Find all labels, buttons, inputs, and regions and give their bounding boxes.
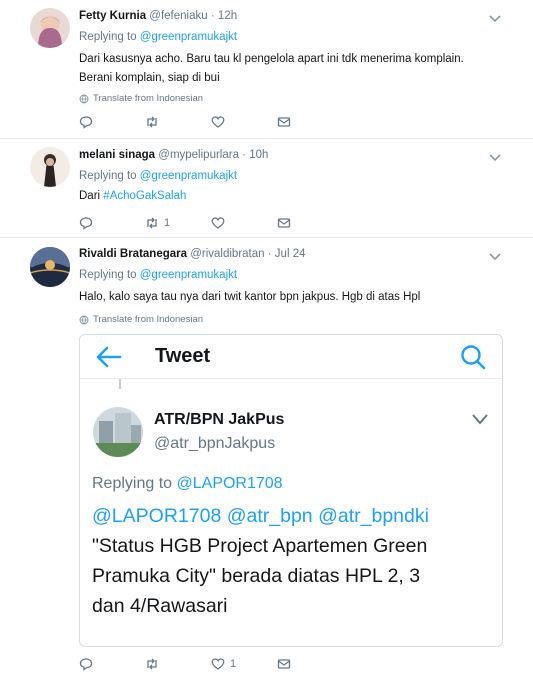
- separator: ·: [242, 149, 247, 161]
- chevron-down-icon: [472, 414, 488, 425]
- thread-line: [119, 379, 121, 389]
- replying-prefix: Replying to: [79, 269, 137, 281]
- embed-mention: @atr_bpndki: [318, 505, 429, 527]
- author-name[interactable]: Fetty Kurnia: [79, 10, 146, 22]
- replying-to: Replying to @greenpramukajkt: [79, 269, 237, 281]
- dm-icon: [277, 659, 291, 669]
- avatar[interactable]: [30, 8, 70, 48]
- author-name[interactable]: melani sinaga: [79, 149, 155, 161]
- retweet-icon: [147, 658, 157, 670]
- author-handle[interactable]: @mypelipurlara: [158, 149, 239, 161]
- translate-label[interactable]: Translate from Indonesian: [93, 93, 203, 104]
- reply-button[interactable]: [79, 216, 145, 230]
- author-handle[interactable]: @rivaldibratan: [190, 248, 264, 260]
- like-icon: [211, 217, 225, 229]
- embed-replying-prefix: Replying to: [92, 475, 173, 492]
- tweet-item-1[interactable]: Fetty Kurnia @fefeniaku · 12h Replying t…: [0, 0, 533, 139]
- reply-button[interactable]: [79, 657, 145, 671]
- avatar[interactable]: [30, 147, 70, 187]
- reply-icon: [79, 116, 93, 129]
- replying-prefix: Replying to: [79, 31, 137, 43]
- tweet-item-2[interactable]: melani sinaga @mypelipurlara · 10h Reply…: [0, 139, 533, 238]
- replying-prefix: Replying to: [79, 170, 137, 182]
- embed-avatar: [93, 407, 143, 457]
- like-button[interactable]: [211, 115, 277, 129]
- reply-icon: [79, 658, 93, 671]
- dm-button[interactable]: [277, 657, 343, 671]
- chevron-down-icon[interactable]: [489, 250, 501, 262]
- embed-text-line: "Status HGB Project Apartemen Green: [92, 535, 428, 557]
- tweet-actions: [79, 115, 343, 129]
- embed-replying-to: Replying to @LAPOR1708: [92, 475, 283, 493]
- embed-header-title: Tweet: [155, 345, 211, 367]
- like-icon: [211, 658, 225, 670]
- retweet-icon: [147, 116, 157, 128]
- translate-link[interactable]: Translate from Indonesian: [79, 93, 203, 104]
- tweet-text-line: Berani komplain, siap di bui: [79, 72, 220, 84]
- retweet-count: 1: [164, 217, 171, 229]
- tweet-text-line: Halo, kalo saya tau nya dari twit kantor…: [79, 291, 421, 303]
- dm-button[interactable]: [277, 216, 343, 230]
- retweet-button[interactable]: [145, 657, 211, 671]
- timestamp[interactable]: 12h: [218, 10, 237, 22]
- dm-icon: [277, 117, 291, 127]
- translate-label[interactable]: Translate from Indonesian: [93, 314, 203, 325]
- embed-mention: @LAPOR1708: [92, 505, 222, 527]
- like-button[interactable]: 1: [211, 657, 277, 671]
- like-button[interactable]: [211, 216, 277, 230]
- hashtag-link[interactable]: #AchoGakSalah: [103, 190, 186, 202]
- tweet-text-line: Dari kasusnya acho. Baru tau kl pengelol…: [79, 53, 464, 65]
- embed-header: Tweet: [80, 335, 502, 379]
- chevron-down-icon[interactable]: [489, 12, 501, 24]
- back-arrow-icon: [96, 346, 122, 368]
- retweet-icon: [147, 217, 157, 229]
- replying-to: Replying to @greenpramukajkt: [79, 170, 237, 182]
- dm-icon: [277, 218, 291, 228]
- embed-tweet-text: @LAPOR1708 @atr_bpn @atr_bpndki "Status …: [92, 501, 429, 621]
- dm-button[interactable]: [277, 115, 343, 129]
- replying-to: Replying to @greenpramukajkt: [79, 31, 237, 43]
- like-icon: [211, 116, 225, 128]
- tweet-text: Halo, kalo saya tau nya dari twit kantor…: [79, 288, 420, 307]
- like-count: 1: [230, 658, 237, 670]
- embed-mentions-line: @LAPOR1708 @atr_bpn @atr_bpndki: [92, 501, 429, 531]
- avatar[interactable]: [30, 247, 70, 287]
- embed-replying-mention: @LAPOR1708: [176, 475, 283, 492]
- attached-image[interactable]: Tweet ATR/BPN JakPus @atr_bpnJakpus Repl…: [79, 334, 503, 647]
- separator: ·: [210, 10, 215, 22]
- replying-to-link[interactable]: @greenpramukajkt: [140, 269, 237, 281]
- search-icon: [461, 345, 486, 370]
- tweet-actions: 1: [79, 216, 343, 230]
- replying-to-link[interactable]: @greenpramukajkt: [140, 170, 237, 182]
- globe-icon: [79, 94, 89, 103]
- timestamp[interactable]: 10h: [249, 149, 268, 161]
- embed-mention: @atr_bpn: [226, 505, 313, 527]
- retweet-button[interactable]: 1: [145, 216, 211, 230]
- retweet-button[interactable]: [145, 115, 211, 129]
- embed-text-line: dan 4/Rawasari: [92, 595, 228, 617]
- timestamp[interactable]: Jul 24: [275, 248, 306, 260]
- translate-link[interactable]: Translate from Indonesian: [79, 314, 203, 325]
- chevron-down-icon[interactable]: [489, 151, 501, 163]
- tweet-actions: 1: [79, 657, 343, 671]
- tweet-text: Dari kasusnya acho. Baru tau kl pengelol…: [79, 50, 464, 88]
- tweet-text-prefix: Dari: [79, 190, 101, 202]
- embed-author-name: ATR/BPN JakPus: [154, 411, 285, 428]
- reply-button[interactable]: [79, 115, 145, 129]
- author-handle[interactable]: @fefeniaku: [149, 10, 207, 22]
- tweet-text: Dari #AchoGakSalah: [79, 187, 186, 206]
- globe-icon: [79, 315, 89, 324]
- separator: ·: [267, 248, 272, 260]
- author-name[interactable]: Rivaldi Bratanegara: [79, 248, 187, 260]
- replying-to-link[interactable]: @greenpramukajkt: [140, 31, 237, 43]
- embed-text-line: Pramuka City" berada diatas HPL 2, 3: [92, 565, 421, 587]
- embed-author-handle: @atr_bpnJakpus: [154, 435, 276, 452]
- reply-icon: [79, 217, 93, 230]
